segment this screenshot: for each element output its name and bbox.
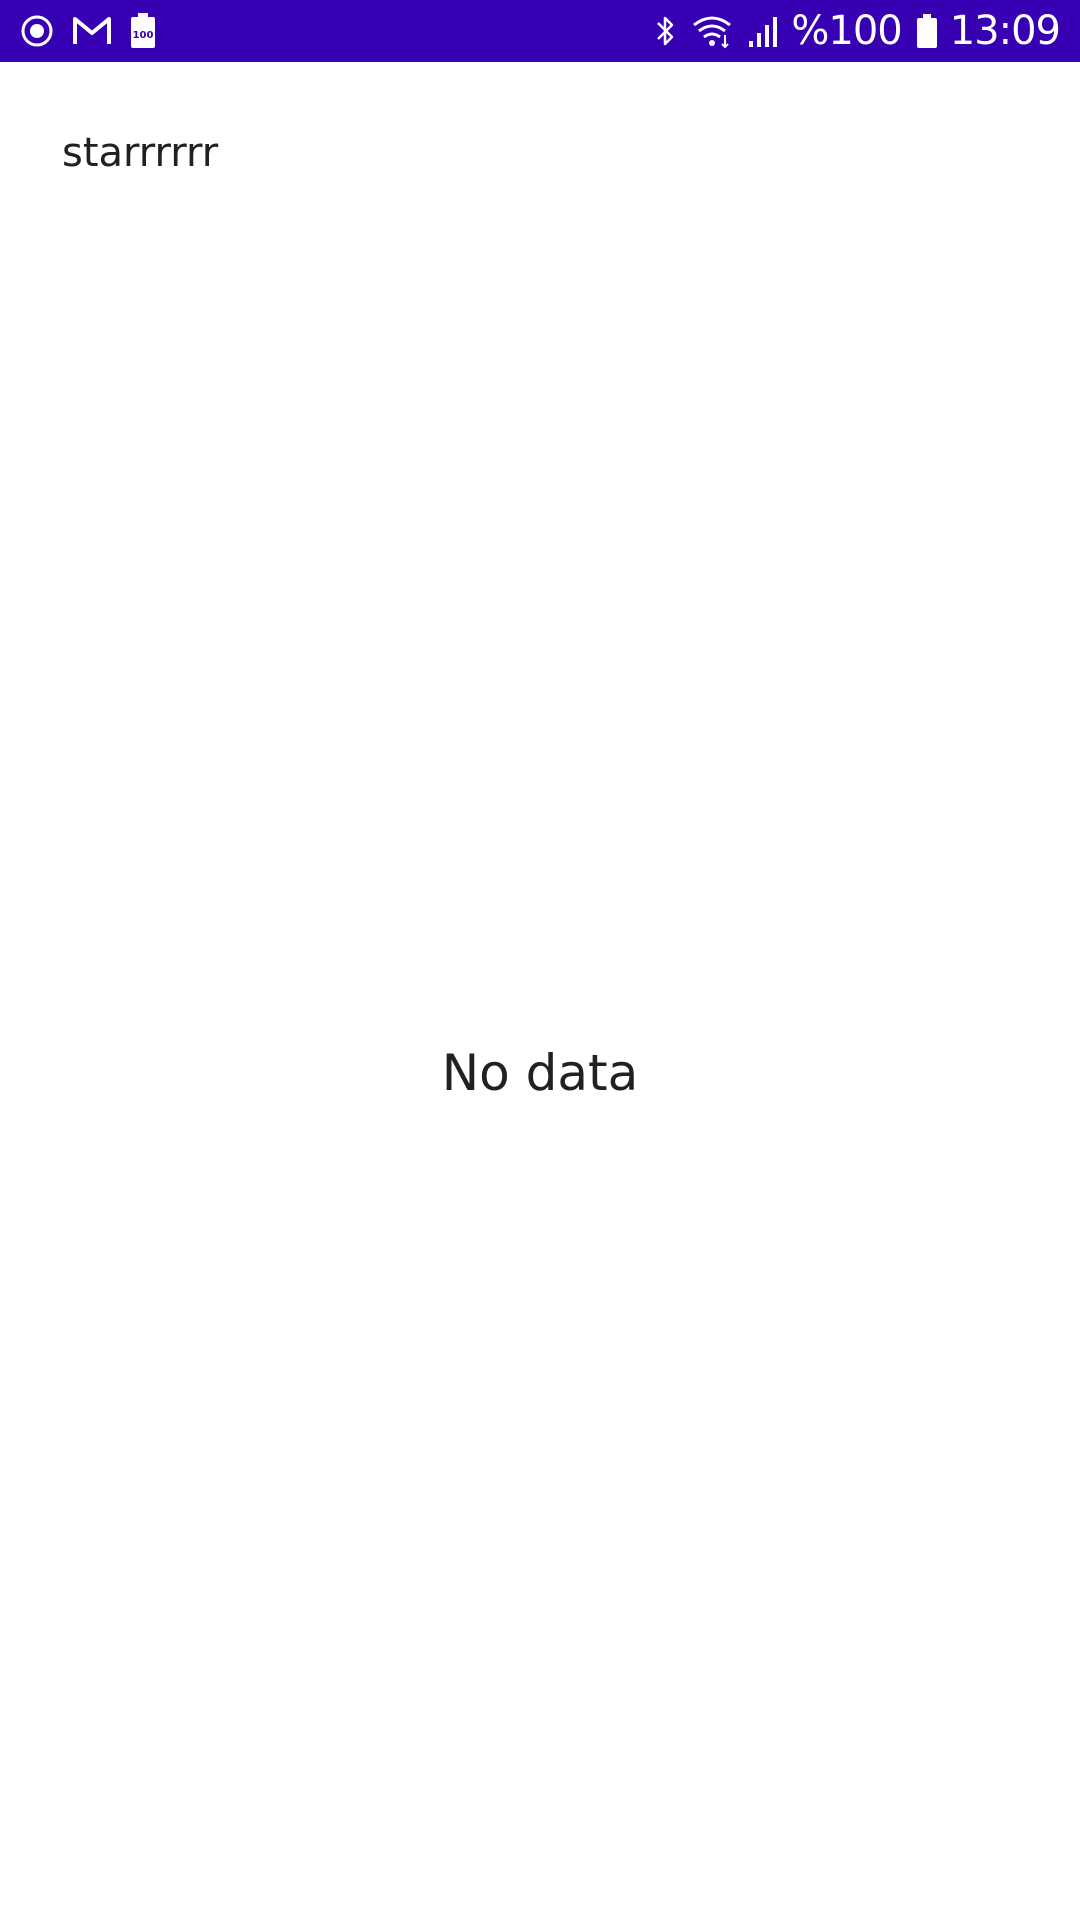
page-title: starrrrrr xyxy=(62,130,219,176)
bluetooth-icon xyxy=(653,13,677,49)
status-time: 13:09 xyxy=(949,8,1061,54)
status-bar-left: 100 xyxy=(20,0,174,62)
battery-icon xyxy=(916,13,938,49)
battery-percent-text: %100 xyxy=(791,8,902,54)
gmail-icon xyxy=(72,15,112,47)
signal-icon xyxy=(747,13,779,49)
wifi-icon xyxy=(691,13,733,49)
battery-100-notification-icon: 100 xyxy=(130,13,156,49)
record-icon xyxy=(20,14,54,48)
svg-text:100: 100 xyxy=(133,30,154,41)
status-bar: 100 %100 13:09 xyxy=(0,0,1080,62)
empty-state-message: No data xyxy=(441,1044,639,1102)
status-bar-right: %100 13:09 xyxy=(639,0,1061,62)
screen: 100 %100 13:09 starrrrrr No data xyxy=(0,0,1080,1920)
